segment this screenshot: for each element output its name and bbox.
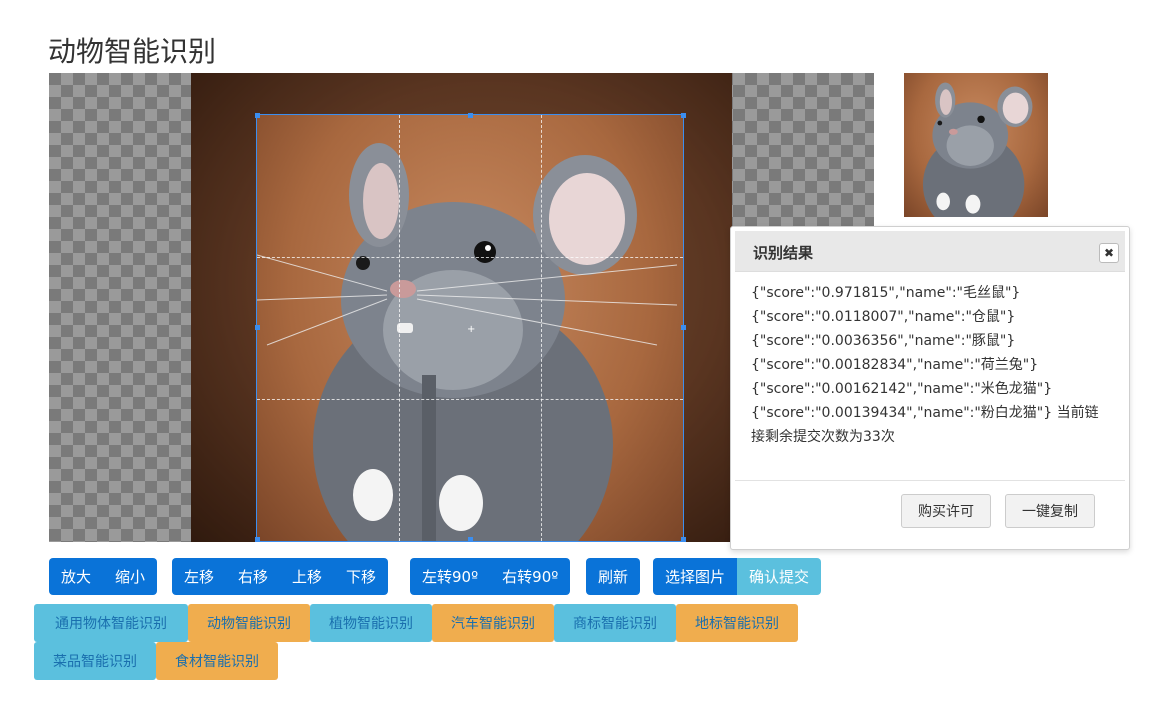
close-icon[interactable]: ✖ bbox=[1099, 243, 1119, 263]
animal-recognition-button[interactable]: 动物智能识别 bbox=[188, 604, 310, 642]
result-line: {"score":"0.00162142","name":"米色龙猫"} bbox=[751, 381, 1053, 397]
buy-license-button[interactable]: 购买许可 bbox=[901, 494, 991, 528]
crop-guide-line bbox=[257, 257, 683, 258]
crop-guide-line bbox=[257, 399, 683, 400]
dialog-title: 识别结果 bbox=[753, 244, 814, 262]
move-left-button[interactable]: 左移 bbox=[172, 558, 227, 595]
zoom-in-button[interactable]: 放大 bbox=[49, 558, 104, 595]
copy-all-button[interactable]: 一键复制 bbox=[1005, 494, 1095, 528]
car-recognition-button[interactable]: 汽车智能识别 bbox=[432, 604, 554, 642]
crop-handle-s[interactable] bbox=[468, 537, 473, 542]
result-line: {"score":"0.0036356","name":"豚鼠"} bbox=[751, 333, 1016, 349]
crop-handle-ne[interactable] bbox=[681, 113, 686, 118]
crop-handle-se[interactable] bbox=[681, 537, 686, 542]
rotate-left-button[interactable]: 左转90º bbox=[410, 558, 491, 595]
move-down-button[interactable]: 下移 bbox=[334, 558, 389, 595]
refresh-button-group: 刷新 bbox=[586, 558, 641, 595]
rotate-right-button[interactable]: 右转90º bbox=[490, 558, 571, 595]
general-object-recognition-button[interactable]: 通用物体智能识别 bbox=[34, 604, 188, 642]
dialog-content: {"score":"0.971815","name":"毛丝鼠"} {"scor… bbox=[751, 281, 1111, 449]
dialog-divider bbox=[735, 480, 1125, 481]
result-line: {"score":"0.0118007","name":"仓鼠"} bbox=[751, 309, 1016, 325]
crop-handle-e[interactable] bbox=[681, 325, 686, 330]
plant-recognition-button[interactable]: 植物智能识别 bbox=[310, 604, 432, 642]
move-right-button[interactable]: 右移 bbox=[226, 558, 281, 595]
crop-handle-n[interactable] bbox=[468, 113, 473, 118]
choose-image-button[interactable]: 选择图片 bbox=[653, 558, 738, 595]
dialog-header: 识别结果 ✖ bbox=[735, 231, 1125, 272]
move-button-group: 左移 右移 上移 下移 bbox=[172, 558, 389, 595]
crop-handle-sw[interactable] bbox=[255, 537, 260, 542]
crop-handle-nw[interactable] bbox=[255, 113, 260, 118]
move-up-button[interactable]: 上移 bbox=[280, 558, 335, 595]
confirm-submit-button[interactable]: 确认提交 bbox=[737, 558, 822, 595]
crop-center-icon: + bbox=[467, 324, 476, 335]
result-line: {"score":"0.00139434","name":"粉白龙猫"} 当前链 bbox=[751, 405, 1099, 421]
result-dialog: 识别结果 ✖ {"score":"0.971815","name":"毛丝鼠"}… bbox=[730, 226, 1130, 550]
crop-handle-w[interactable] bbox=[255, 325, 260, 330]
crop-box[interactable]: + bbox=[256, 114, 684, 542]
zoom-out-button[interactable]: 缩小 bbox=[103, 558, 158, 595]
chinchilla-preview-image bbox=[922, 82, 1033, 217]
zoom-button-group: 放大 缩小 bbox=[49, 558, 158, 595]
result-line: {"score":"0.00182834","name":"荷兰兔"} bbox=[751, 357, 1039, 373]
crop-guide-line bbox=[541, 115, 542, 541]
submit-button-group: 选择图片 确认提交 bbox=[653, 558, 822, 595]
result-line: 接剩余提交次数为33次 bbox=[751, 429, 895, 445]
dish-recognition-button[interactable]: 菜品智能识别 bbox=[34, 642, 156, 680]
landmark-recognition-button[interactable]: 地标智能识别 bbox=[676, 604, 798, 642]
crop-preview bbox=[904, 73, 1048, 217]
ingredient-recognition-button[interactable]: 食材智能识别 bbox=[156, 642, 278, 680]
rotate-button-group: 左转90º 右转90º bbox=[410, 558, 571, 595]
logo-recognition-button[interactable]: 商标智能识别 bbox=[554, 604, 676, 642]
result-line: {"score":"0.971815","name":"毛丝鼠"} bbox=[751, 285, 1021, 301]
page-title: 动物智能识别 bbox=[48, 35, 217, 68]
crop-guide-line bbox=[399, 115, 400, 541]
refresh-button[interactable]: 刷新 bbox=[586, 558, 641, 595]
